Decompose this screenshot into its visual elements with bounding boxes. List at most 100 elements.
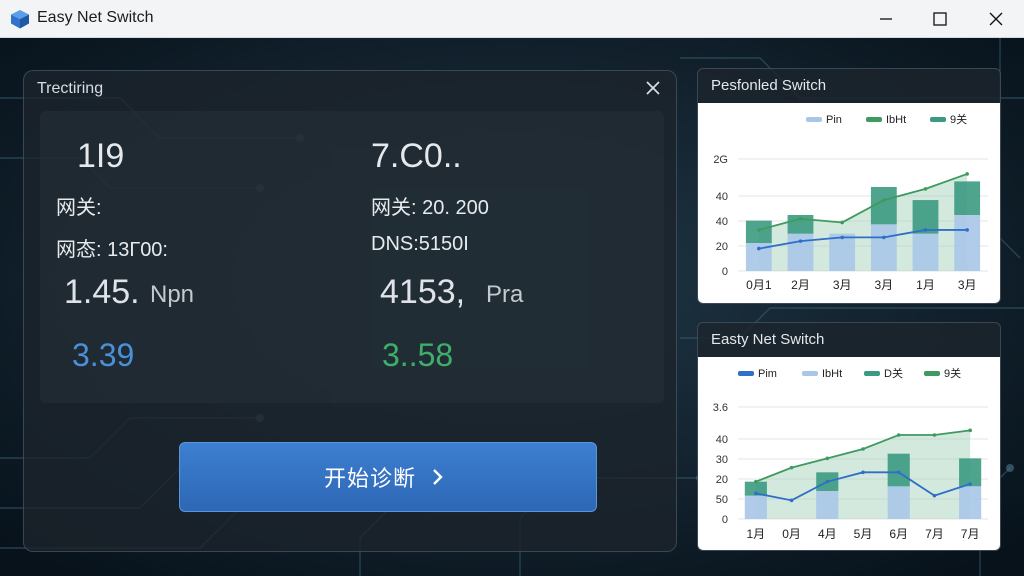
line-point [882,235,886,240]
chart-title: Pesfonled Switch [711,77,827,94]
maximize-icon [933,12,947,26]
diagnostic-panel: Trectiring 1I9 网关: 网态: 13Г00: 1.45. Npn … [23,70,677,552]
chart-title: Easty Net Switch [711,331,825,348]
line-point [754,491,758,496]
x-tick-label: 5月 [854,527,873,541]
x-tick-label: 2月 [791,278,810,292]
x-tick-label: 3月 [833,278,852,292]
line-point [861,470,865,475]
right-top-value: 7.C0.. [371,137,462,175]
bar-mark [959,486,982,519]
y-tick-label: 40 [716,434,728,446]
bar-mark [954,215,981,271]
right-speed-value: 4153, [380,273,466,311]
legend-label: D关 [884,366,903,380]
y-tick-label: 20 [716,474,728,486]
line-point [965,228,969,232]
bar-mark [829,233,856,271]
title-bar: Easy Net Switch [0,0,1024,38]
maximize-button[interactable] [912,0,968,38]
app-cube-icon [11,10,29,29]
x-tick-label: 1月 [916,278,935,292]
bar-mark [870,224,897,271]
close-window-button[interactable] [968,0,1024,38]
line-point [882,198,886,202]
legend-swatch [924,371,940,376]
line-point [789,498,794,503]
x-tick-label: 7月 [925,527,944,541]
minimize-icon [880,18,892,20]
start-diagnosis-button[interactable]: 开始诊断 [179,442,597,512]
legend-label: 9关 [944,366,961,380]
line-point [754,479,758,484]
bar-mark [912,233,939,271]
series-area [755,430,971,519]
legend-swatch [864,371,880,376]
line-point [965,172,969,176]
x-tick-label: 0月 [782,527,801,541]
bar-mark [887,486,910,519]
x-tick-label: 4月 [818,527,837,541]
chart-switch-plot: 0 20 40 40 2G 0月1 2月 3月 3月 1月 3月 Pin IbHt 9关 [698,103,1000,303]
bar-mark [816,491,839,519]
x-tick-label: 6月 [889,527,908,541]
line-point [757,246,761,251]
right-metric-value: 3..58 [382,337,454,373]
bar-mark [954,181,981,215]
legend-label: 9关 [950,112,967,126]
panel-close-icon[interactable] [642,77,664,99]
y-tick-label: 40 [716,191,728,203]
left-speed-unit: Npn [150,281,195,308]
window-title: Easy Net Switch [37,9,154,26]
left-speed-value: 1.45. [64,273,140,311]
legend-swatch [930,117,946,122]
right-gateway-label: 网关: 20. 200 [371,197,489,219]
y-tick-label: 30 [716,454,728,466]
legend-label: Pin [826,114,842,126]
legend-label: Pim [758,368,777,380]
panel-title: Trectiring [37,80,104,97]
line-point [825,456,830,461]
line-point [896,470,901,475]
x-tick-label: 0月1 [746,278,772,292]
y-tick-label: 50 [716,494,728,506]
legend-swatch [738,371,754,376]
legend-label: IbHt [886,114,906,126]
line-point [923,228,928,232]
line-point [968,428,972,433]
left-metric-value: 3.39 [72,337,135,373]
close-icon [989,12,1003,26]
right-speed-unit: Pra [486,281,524,308]
line-point [789,465,794,470]
line-point [757,228,761,232]
y-tick-label: 0 [722,266,728,278]
line-point [896,433,901,437]
legend-swatch [806,117,822,122]
line-point [923,187,928,191]
right-dns-label: DNS:5150I [371,233,469,255]
x-tick-label: 1月 [747,527,766,541]
line-point [840,220,844,225]
chart-card-switch: Pesfonled Switch 0 20 40 40 2G 0月1 2月 3月 3月 1月 3月 P… [697,68,1001,304]
bar-mark [744,495,767,519]
bar-mark [887,453,910,487]
legend-swatch [802,371,818,376]
y-tick-label: 0 [722,514,728,526]
bar-mark [959,458,982,487]
line-point [840,235,844,240]
left-status-label: 网态: 13Г00: [56,239,168,261]
x-tick-label: 7月 [961,527,980,541]
chart-easy-net-plot: 0 50 20 30 40 3.6 1月 0月 4月 5月 6月 7月 7月 Pim IbHt D关 9关 [698,357,1000,550]
line-point [825,479,830,484]
line-point [798,239,803,243]
line-point [968,482,972,486]
y-tick-label: 3.6 [713,402,728,414]
y-tick-label: 40 [716,216,728,228]
bar-mark [787,233,814,271]
line-point [932,493,937,498]
minimize-button[interactable] [858,0,914,38]
line-point [798,216,803,221]
legend-swatch [866,117,882,122]
start-diagnosis-label: 开始诊断 [323,467,416,492]
y-tick-label: 20 [716,241,728,253]
